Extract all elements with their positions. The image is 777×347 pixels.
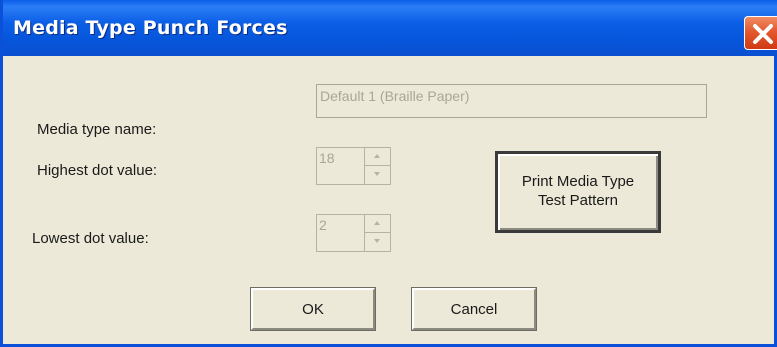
- chevron-up-icon: [374, 154, 380, 158]
- highest-dot-spinner[interactable]: 18: [316, 147, 391, 185]
- highest-dot-down-button[interactable]: [365, 166, 390, 184]
- lowest-dot-label: Lowest dot value:: [32, 230, 149, 247]
- chevron-down-icon: [374, 239, 380, 243]
- lowest-dot-up-button[interactable]: [365, 215, 390, 233]
- lowest-dot-arrows: [364, 214, 391, 252]
- print-test-pattern-label: Print Media Type Test Pattern: [522, 173, 634, 211]
- close-icon: [753, 24, 773, 44]
- print-test-pattern-button[interactable]: Print Media Type Test Pattern: [495, 151, 661, 233]
- lowest-dot-down-button[interactable]: [365, 233, 390, 251]
- cancel-button[interactable]: Cancel: [411, 287, 537, 331]
- highest-dot-input[interactable]: 18: [316, 147, 364, 185]
- ok-button-label: OK: [302, 300, 324, 318]
- highest-dot-up-button[interactable]: [365, 148, 390, 166]
- window-title: Media Type Punch Forces: [13, 17, 288, 39]
- lowest-dot-input[interactable]: 2: [316, 214, 364, 252]
- cancel-button-label: Cancel: [450, 300, 498, 318]
- chevron-up-icon: [374, 221, 380, 225]
- chevron-down-icon: [374, 172, 380, 176]
- dialog-window: Media Type Punch Forces Media type name:…: [0, 0, 777, 347]
- title-bar[interactable]: Media Type Punch Forces: [3, 0, 777, 56]
- close-button[interactable]: [744, 16, 777, 50]
- ok-button[interactable]: OK: [250, 287, 376, 331]
- media-type-name-input[interactable]: Default 1 (Braille Paper): [316, 84, 707, 118]
- print-test-pattern-label-line2: Test Pattern: [537, 192, 619, 209]
- media-type-name-label: Media type name:: [37, 121, 157, 138]
- highest-dot-label: Highest dot value:: [37, 162, 158, 179]
- lowest-dot-spinner[interactable]: 2: [316, 214, 391, 252]
- print-test-pattern-label-line1: Print Media Type: [521, 173, 635, 191]
- highest-dot-arrows: [364, 147, 391, 185]
